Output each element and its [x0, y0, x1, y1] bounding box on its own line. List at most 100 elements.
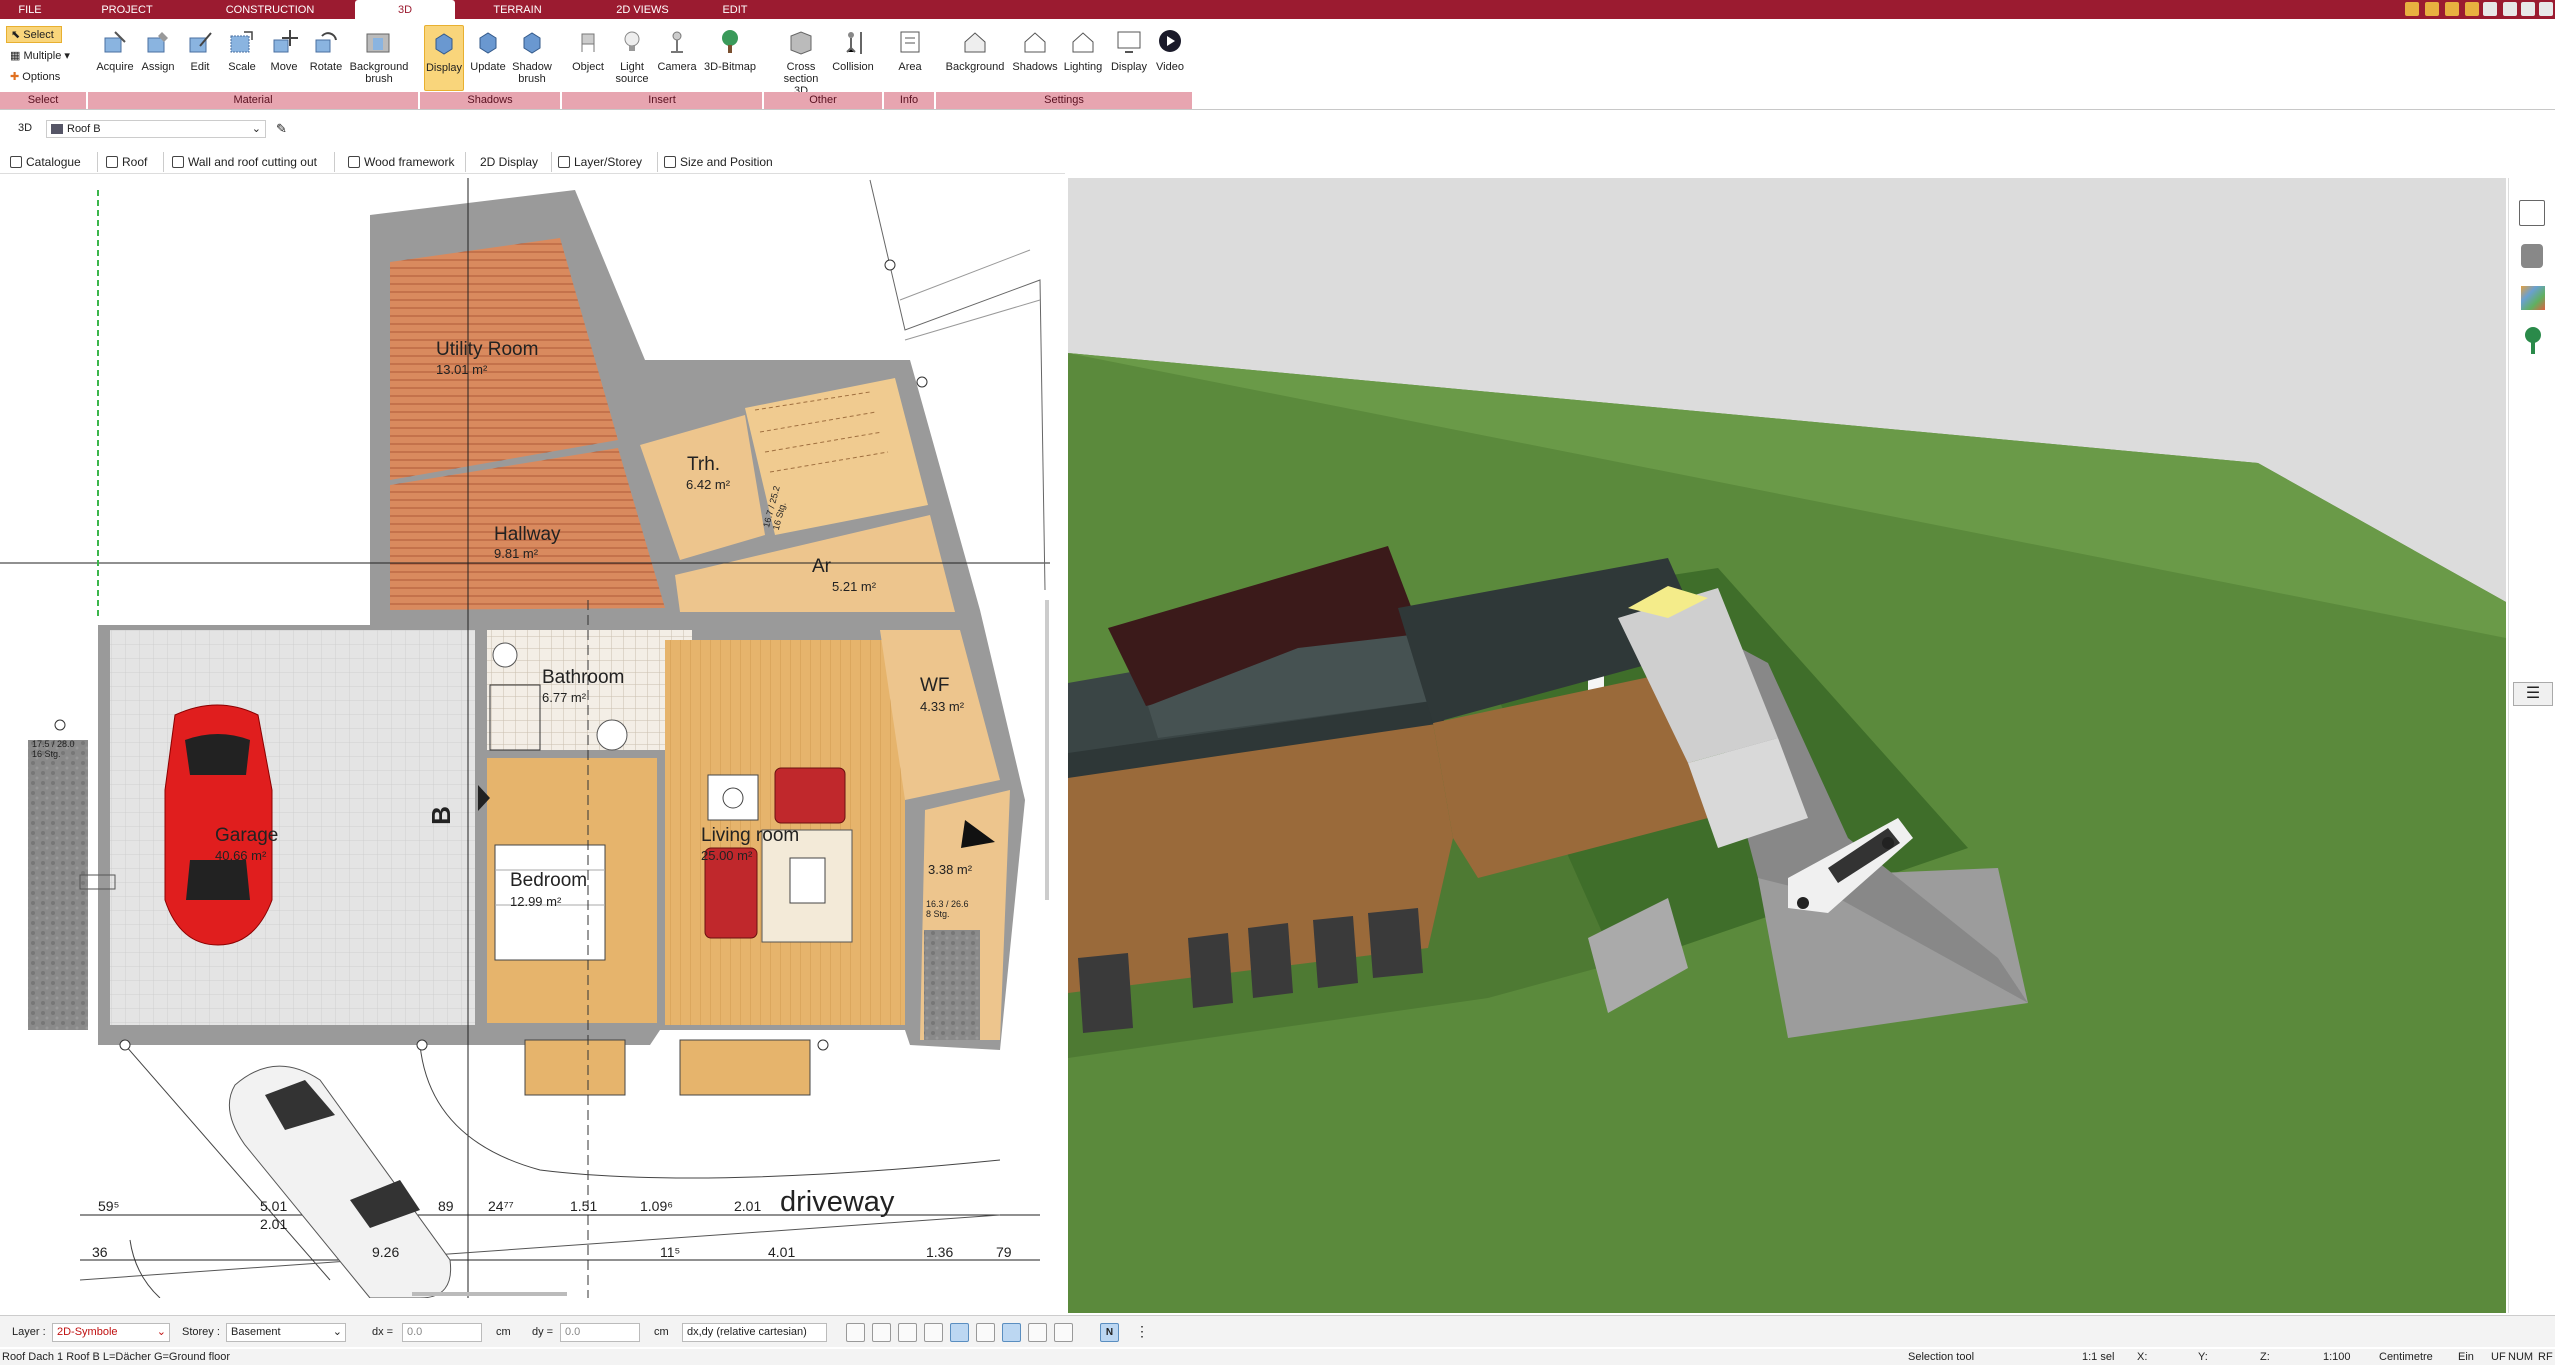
room-area: 6.77 m²: [542, 690, 587, 705]
storey-select[interactable]: Basement ⌄: [226, 1323, 346, 1342]
tree-svg: [2525, 327, 2541, 354]
maximize-icon[interactable]: [2521, 2, 2535, 16]
layers-icon[interactable]: [2519, 200, 2545, 226]
group-insert: Insert: [562, 92, 764, 109]
options-button[interactable]: ✚ Options: [6, 69, 86, 86]
wood-framework-button[interactable]: Wood framework: [346, 152, 466, 172]
select-button[interactable]: ⬉ Select: [6, 26, 62, 43]
layer-select[interactable]: 2D-Symbole ⌄: [52, 1323, 170, 1342]
dimension-label: 79: [996, 1244, 1012, 1260]
assign-button[interactable]: Assign: [136, 25, 180, 73]
tab-2d-views[interactable]: 2D VIEWS: [605, 0, 680, 19]
size-position-label: Size and Position: [680, 155, 773, 169]
selection-count: 1:1 sel: [2082, 1351, 2115, 1363]
hatch-icon[interactable]: [1028, 1323, 1047, 1342]
display-2d-button[interactable]: 2D Display: [474, 152, 552, 172]
snap-grid-icon[interactable]: [976, 1323, 995, 1342]
more-icon[interactable]: ⋮: [1135, 1323, 1154, 1342]
monitor-icon: [1117, 31, 1141, 53]
rotate-button[interactable]: Rotate: [304, 25, 348, 73]
tools-icon[interactable]: [2425, 2, 2439, 16]
room-area: 6.42 m²: [686, 477, 731, 492]
tree-icon[interactable]: [2523, 326, 2543, 354]
edit-button[interactable]: Edit: [178, 25, 222, 73]
wall-roof-cut-button[interactable]: Wall and roof cutting out: [170, 152, 335, 172]
shadow-brush-button[interactable]: Shadow brush: [510, 25, 554, 85]
roof-label: Roof: [122, 155, 148, 169]
grid-icon[interactable]: [1054, 1323, 1073, 1342]
object-select[interactable]: Roof B ⌄: [46, 120, 266, 138]
bitmap3d-button[interactable]: 3D-Bitmap: [700, 25, 760, 73]
display-settings-label: Display: [1110, 61, 1148, 73]
snap-angle-icon[interactable]: [950, 1323, 969, 1342]
close-icon[interactable]: [2539, 2, 2553, 16]
scale-button[interactable]: Scale: [220, 25, 264, 73]
snap-icon[interactable]: [872, 1323, 891, 1342]
roof-button[interactable]: Roof: [104, 152, 164, 172]
key-icon[interactable]: [2445, 2, 2459, 16]
3d-view[interactable]: [1068, 178, 2506, 1313]
room-area: 40.66 m²: [215, 848, 267, 863]
tab-file[interactable]: FILE: [8, 0, 52, 19]
video-button[interactable]: Video: [1150, 25, 1190, 73]
tab-project[interactable]: PROJECT: [92, 0, 162, 19]
dimension-label: 1.51: [570, 1198, 598, 1214]
tab-terrain[interactable]: TERRAIN: [485, 0, 550, 19]
catalogue-icon: [10, 156, 22, 168]
acquire-button[interactable]: Acquire: [93, 25, 137, 73]
group-other: Other: [764, 92, 884, 109]
size-position-button[interactable]: Size and Position: [662, 152, 782, 172]
dimension-label: 9.26: [372, 1244, 400, 1260]
camera-button[interactable]: Camera: [655, 25, 699, 73]
selection-info: Roof Dach 1 Roof B L=Dächer G=Ground flo…: [2, 1351, 231, 1363]
display-icon: [435, 33, 453, 55]
layer-toggle-icon[interactable]: [1002, 1323, 1021, 1342]
tab-construction[interactable]: CONSTRUCTION: [215, 0, 325, 19]
eyedropper-icon: [104, 31, 126, 53]
settings-icon[interactable]: [2465, 2, 2479, 16]
update-button[interactable]: Update: [466, 25, 510, 73]
shadows-button[interactable]: Shadows: [1010, 25, 1060, 73]
help-icon[interactable]: [2483, 2, 2497, 16]
background-button[interactable]: Background: [945, 25, 1005, 73]
room-name: Trh.: [687, 454, 721, 475]
coord-mode-select[interactable]: dx,dy (relative cartesian): [682, 1323, 827, 1342]
display-settings-button[interactable]: Display: [1105, 25, 1153, 73]
display-shadows-button[interactable]: Display: [424, 25, 464, 91]
snap-point-icon[interactable]: [898, 1323, 917, 1342]
dx-input[interactable]: 0.0: [402, 1323, 482, 1342]
lighting-button[interactable]: Lighting: [1058, 25, 1108, 73]
stair-note: 16.3 / 26.6 8 Stg.: [926, 899, 969, 919]
clock-icon[interactable]: [846, 1323, 865, 1342]
catalogue-button[interactable]: Catalogue: [8, 152, 98, 172]
cross-section-button[interactable]: Cross section 3D: [776, 25, 826, 97]
multiple-button[interactable]: ▦ Multiple ▾: [6, 48, 86, 65]
chair-icon[interactable]: [2521, 244, 2543, 268]
layer-storey-button[interactable]: Layer/Storey: [556, 152, 658, 172]
north-icon[interactable]: N: [1100, 1323, 1119, 1342]
edit-pen-icon[interactable]: ✎: [276, 121, 287, 137]
wrench-icon[interactable]: [2405, 2, 2419, 16]
floor-plan-view[interactable]: Utility Room 13.01 m² Trh. 6.42 m² Hallw…: [0, 178, 1050, 1298]
menu-icon[interactable]: ☰: [2513, 682, 2553, 706]
dimension-label: 24⁷⁷: [488, 1198, 514, 1214]
z-coord: Z:: [2260, 1351, 2270, 1363]
dimension-label: 2.01: [260, 1216, 288, 1232]
light-source-button[interactable]: Light source: [610, 25, 654, 95]
info-bar: Roof Dach 1 Roof B L=Dächer G=Ground flo…: [0, 1349, 2555, 1365]
background-brush-button[interactable]: Background brush: [346, 25, 412, 85]
area-button[interactable]: Area: [888, 25, 932, 73]
dy-input[interactable]: 0.0: [560, 1323, 640, 1342]
dimension-label: 59⁵: [98, 1198, 120, 1214]
group-settings: Settings: [936, 92, 1194, 109]
catalogue-label: Catalogue: [26, 155, 81, 169]
object-button[interactable]: Object: [566, 25, 610, 73]
snap-line-icon[interactable]: [924, 1323, 943, 1342]
tab-3d[interactable]: 3D: [355, 0, 455, 19]
tab-edit[interactable]: EDIT: [710, 0, 760, 19]
move-button[interactable]: Move: [262, 25, 306, 73]
minimize-icon[interactable]: [2503, 2, 2517, 16]
collision-button[interactable]: Collision: [828, 25, 878, 73]
collision-label: Collision: [832, 61, 874, 73]
materials-icon[interactable]: [2521, 286, 2545, 310]
